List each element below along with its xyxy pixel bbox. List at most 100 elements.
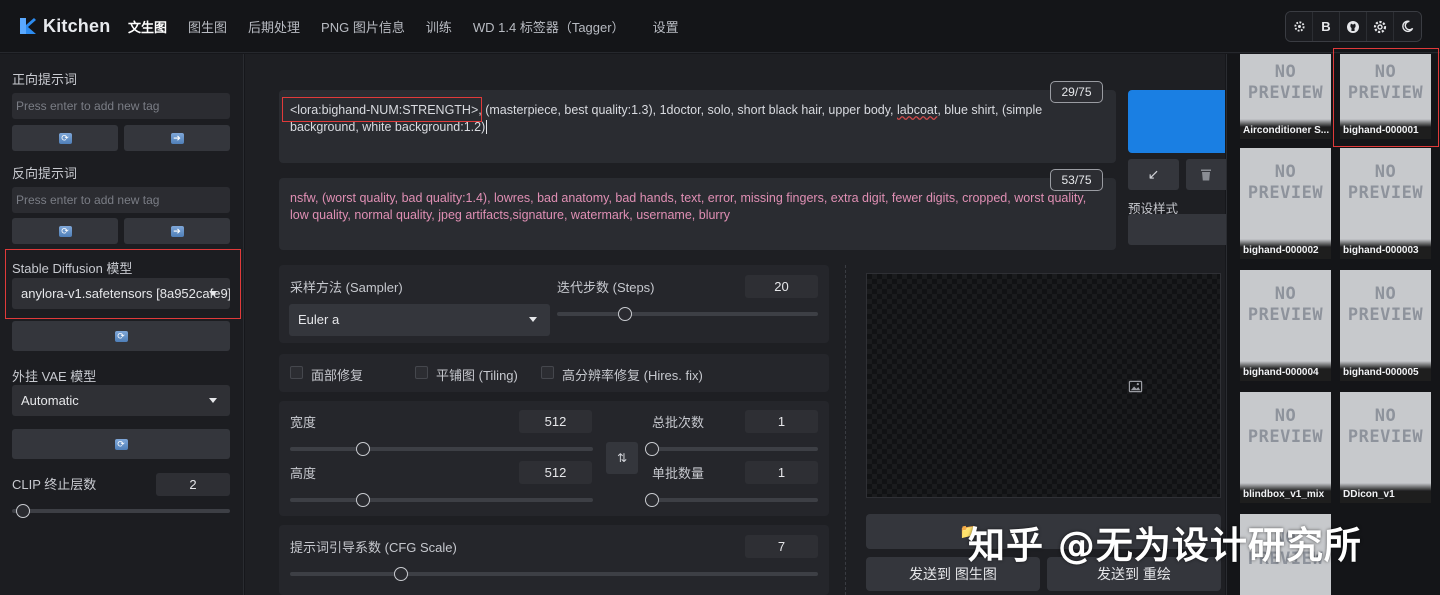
- batch-size-input[interactable]: 1: [745, 461, 818, 484]
- settings-gear-icon[interactable]: [1286, 12, 1313, 41]
- gallery-card[interactable]: NO PREVIEW bighand-000004: [1240, 270, 1331, 381]
- width-label: 宽度: [290, 415, 317, 430]
- tab-txt2img[interactable]: 文生图: [128, 17, 167, 36]
- no-preview-text: NO PREVIEW: [1247, 284, 1324, 325]
- gallery-card[interactable]: NO PREVIEW bighand-000005: [1340, 270, 1431, 381]
- prompt-text-1: , (masterpiece, best quality:1.3), 1doct…: [478, 103, 898, 117]
- tab-png-info[interactable]: PNG 图片信息: [321, 17, 405, 36]
- apply-positive-button[interactable]: ➔: [124, 125, 230, 151]
- cfg-slider-thumb[interactable]: [393, 567, 408, 581]
- read-params-button[interactable]: ↙: [1128, 159, 1179, 190]
- width-slider-track[interactable]: [290, 447, 593, 451]
- no-preview-text: NO PREVIEW: [1247, 162, 1324, 203]
- trash-icon: [1201, 169, 1211, 181]
- card-caption: blindbox_v1_mix: [1240, 483, 1331, 503]
- batch-count-slider-thumb[interactable]: [645, 442, 659, 456]
- styles-select[interactable]: [1128, 214, 1226, 245]
- apply-negative-button[interactable]: ➔: [124, 218, 230, 244]
- card-caption: DDicon_v1: [1340, 483, 1431, 503]
- image-preview: [866, 273, 1221, 498]
- tab-extras[interactable]: 后期处理: [248, 17, 300, 36]
- clip-skip-label: CLIP 终止层数: [12, 477, 97, 492]
- no-preview-text: NO PREVIEW: [1347, 406, 1424, 447]
- tiling-checkbox[interactable]: [415, 366, 428, 379]
- card-caption: bighand-000005: [1340, 361, 1431, 381]
- card-caption: bighand-000004: [1240, 361, 1331, 381]
- steps-input[interactable]: 20: [745, 275, 818, 298]
- steps-label: 迭代步数 (Steps): [557, 280, 655, 295]
- tab-settings[interactable]: 设置: [653, 17, 679, 36]
- chevron-down-icon: [209, 398, 217, 403]
- batch-size-slider-thumb[interactable]: [645, 493, 659, 507]
- tab-tagger[interactable]: WD 1.4 标签器（Tagger）: [473, 17, 625, 36]
- refresh-model-button[interactable]: ⟳: [12, 321, 230, 351]
- negative-tag-input[interactable]: Press enter to add new tag: [12, 187, 230, 213]
- tab-img2img[interactable]: 图生图: [188, 17, 227, 36]
- batch-size-slider-track[interactable]: [652, 498, 818, 502]
- gallery-card[interactable]: NO PREVIEW blindbox_v1_mix: [1240, 392, 1331, 503]
- text-cursor: [486, 120, 488, 134]
- lora-gallery: NO PREVIEW Airconditioner S... NO PREVIEW…: [1226, 48, 1440, 595]
- card-caption: bighand-000003: [1340, 239, 1431, 259]
- refresh-negative-button[interactable]: ⟳: [12, 218, 118, 244]
- sd-model-select[interactable]: anylora-v1.safetensors [8a952cafe9]: [12, 278, 230, 309]
- gear-icon[interactable]: [1367, 12, 1394, 41]
- batch-count-label: 总批次数: [652, 415, 705, 430]
- sampler-label: 采样方法 (Sampler): [290, 280, 403, 295]
- cfg-slider-track[interactable]: [290, 572, 818, 576]
- swap-dimensions-button[interactable]: ⇅: [606, 442, 638, 474]
- refresh-icon: ⟳: [58, 132, 72, 144]
- face-restore-checkbox[interactable]: [290, 366, 303, 379]
- sd-model-label: Stable Diffusion 模型: [12, 261, 133, 276]
- main-nav: 文生图 图生图 后期处理 PNG 图片信息 训练 WD 1.4 标签器（Tagg…: [128, 17, 700, 36]
- height-slider-track[interactable]: [290, 498, 593, 502]
- refresh-positive-button[interactable]: ⟳: [12, 125, 118, 151]
- height-slider-thumb[interactable]: [355, 493, 370, 507]
- arrow-right-icon: ➔: [170, 132, 184, 144]
- vae-select[interactable]: Automatic: [12, 385, 230, 416]
- chevron-down-icon: [209, 291, 217, 296]
- vae-label: 外挂 VAE 模型: [12, 369, 97, 384]
- batch-count-input[interactable]: 1: [745, 410, 818, 433]
- clear-prompt-button[interactable]: [1186, 159, 1226, 190]
- negative-prompt-label: 反向提示词: [12, 166, 78, 181]
- hires-fix-checkbox[interactable]: [541, 366, 554, 379]
- tab-train[interactable]: 训练: [426, 17, 452, 36]
- clip-skip-input[interactable]: 2: [156, 473, 230, 496]
- refresh-icon: ⟳: [58, 225, 72, 237]
- column-divider: [845, 265, 846, 595]
- dark-mode-moon-icon[interactable]: [1394, 12, 1421, 41]
- vae-value: Automatic: [21, 393, 79, 408]
- no-preview-text: NO PREVIEW: [1347, 284, 1424, 325]
- hires-fix-label: 高分辨率修复 (Hires. fix): [562, 368, 703, 383]
- negative-prompt-textarea[interactable]: nsfw, (worst quality, bad quality:1.4), …: [279, 178, 1116, 250]
- gallery-card[interactable]: NO PREVIEW bighand-000002: [1240, 148, 1331, 259]
- cfg-input[interactable]: 7: [745, 535, 818, 558]
- height-input[interactable]: 512: [519, 461, 592, 484]
- sampler-select[interactable]: Euler a: [289, 304, 550, 336]
- clip-skip-slider-thumb[interactable]: [15, 504, 30, 518]
- gallery-card[interactable]: NO PREVIEW DDicon_v1: [1340, 392, 1431, 503]
- selected-card-highlight: [1333, 48, 1439, 147]
- steps-slider-track[interactable]: [557, 312, 818, 316]
- refresh-vae-button[interactable]: ⟳: [12, 429, 230, 459]
- steps-slider-thumb[interactable]: [617, 307, 632, 321]
- width-slider-thumb[interactable]: [355, 442, 370, 456]
- gallery-card[interactable]: NO PREVIEW Airconditioner S...: [1240, 54, 1331, 139]
- width-input[interactable]: 512: [519, 410, 592, 433]
- app-logo[interactable]: Kitchen: [18, 16, 122, 37]
- clip-skip-slider-track[interactable]: [12, 509, 230, 513]
- card-caption: Airconditioner S...: [1240, 119, 1331, 139]
- positive-token-counter: 29/75: [1050, 81, 1103, 103]
- no-preview-text: NO PREVIEW: [1247, 62, 1324, 103]
- bilibili-b-icon[interactable]: B: [1313, 12, 1340, 41]
- app-name: Kitchen: [43, 15, 111, 36]
- github-icon[interactable]: [1340, 12, 1367, 41]
- positive-tag-input[interactable]: Press enter to add new tag: [12, 93, 230, 119]
- image-placeholder-icon: [1128, 380, 1143, 393]
- kitchen-logo-icon: [20, 18, 36, 34]
- gallery-card[interactable]: NO PREVIEW bighand-000003: [1340, 148, 1431, 259]
- sampler-value: Euler a: [298, 312, 340, 327]
- generate-button[interactable]: [1128, 90, 1225, 153]
- batch-count-slider-track[interactable]: [652, 447, 818, 451]
